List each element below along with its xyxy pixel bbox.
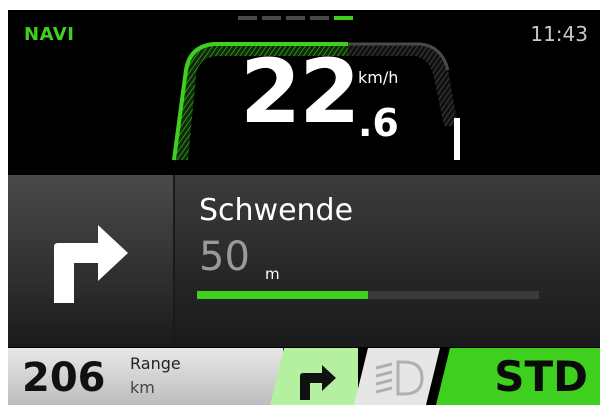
assist-mode-label: STD <box>494 352 588 401</box>
maneuver-panel <box>8 175 173 347</box>
maneuver-progress-bar <box>197 291 539 299</box>
mode-label: NAVI <box>24 24 75 45</box>
speed-decimal: .6 <box>358 101 399 145</box>
headlight-button[interactable] <box>354 348 440 405</box>
assist-mode-button[interactable]: STD <box>436 348 600 405</box>
street-name: Schwende <box>199 193 354 228</box>
page-dot <box>310 16 329 20</box>
navigation-panel: Schwende 50 m <box>8 175 600 347</box>
distance-unit: m <box>265 265 280 283</box>
page-dot <box>262 16 281 20</box>
turn-right-icon <box>54 225 128 303</box>
page-indicator <box>238 16 353 20</box>
display-screen: NAVI 11:43 22 km/h .6 Schwende 50 m 206 … <box>8 10 600 405</box>
page-dot-active <box>334 16 353 20</box>
range-unit: km <box>130 378 155 397</box>
maneuver-progress-fill <box>197 291 368 299</box>
range-label: Range <box>130 354 181 373</box>
page-dot <box>238 16 257 20</box>
range-value: 206 <box>22 355 106 401</box>
distance-value: 50 <box>199 234 250 280</box>
speed-value: 22 <box>240 40 360 143</box>
route-info: Schwende 50 m <box>173 175 600 347</box>
speed-unit: km/h <box>358 68 399 87</box>
navigation-turn-button[interactable] <box>270 348 358 405</box>
range-panel: 206 Range km <box>8 348 283 405</box>
clock: 11:43 <box>530 22 588 46</box>
page-dot <box>286 16 305 20</box>
